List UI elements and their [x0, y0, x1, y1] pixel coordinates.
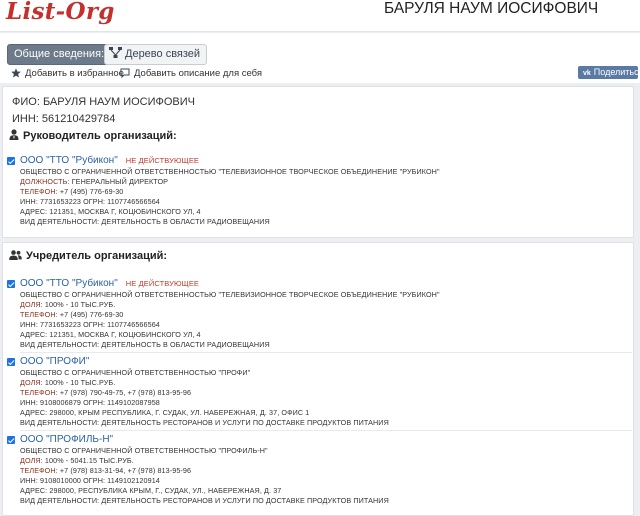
- person-inn: ИНН: 561210429784: [12, 113, 116, 125]
- org-line-value: 100% - 10 ТЫС.РУБ.: [44, 300, 116, 309]
- org-line: ДОЛЖНОСТЬ: ГЕНЕРАЛЬНЫЙ ДИРЕКТОР: [20, 177, 168, 186]
- org-checkbox[interactable]: [7, 358, 15, 366]
- founder-section-title: Учредитель организаций:: [9, 250, 167, 262]
- org-line: ДОЛЯ: 100% - 10 ТЫС.РУБ.: [20, 378, 115, 387]
- tab-relations-tree[interactable]: Дерево связей: [104, 44, 208, 65]
- org-line: ИНН: 9108006879 ОГРН: 1149102087958: [20, 398, 160, 407]
- org-line: ВИД ДЕЯТЕЛЬНОСТИ: ДЕЯТЕЛЬНОСТЬ В ОБЛАСТИ…: [20, 340, 270, 349]
- org-line-value: +7 (978) 813-31-94, +7 (978) 813-95-96: [59, 466, 192, 475]
- org-line-label: ДОЛЯ:: [20, 378, 43, 387]
- org-line-value: +7 (978) 790-49-75, +7 (978) 813-95-96: [59, 388, 192, 397]
- org-line: АДРЕС: 121351, МОСКВА Г, КОЦЮБИНСКОГО УЛ…: [20, 330, 201, 339]
- org-name-text: ООО "ПРОФИ": [20, 356, 90, 367]
- org-full-name: ОБЩЕСТВО С ОГРАНИЧЕННОЙ ОТВЕТСТВЕННОСТЬЮ…: [20, 446, 268, 455]
- vk-icon: vk: [583, 70, 591, 77]
- org-status: НЕ ДЕЙСТВУЮЩЕЕ: [125, 279, 200, 288]
- org-name-link[interactable]: ООО "ТТО "Рубикон" НЕ ДЕЙСТВУЮЩЕЕ: [20, 278, 199, 289]
- org-full-name: ОБЩЕСТВО С ОГРАНИЧЕННОЙ ОТВЕТСТВЕННОСТЬЮ…: [20, 167, 440, 176]
- divider: [20, 352, 632, 353]
- tab-relations-tree-label: Дерево связей: [125, 48, 201, 60]
- org-full-name: ОБЩЕСТВО С ОГРАНИЧЕННОЙ ОТВЕТСТВЕННОСТЬЮ…: [20, 290, 440, 299]
- head-section-title: Руководитель организаций:: [9, 129, 177, 142]
- tabs-toolbar: Общие сведения: Дерево связей Добавить в…: [0, 33, 640, 83]
- org-line: ТЕЛЕФОН: +7 (978) 790-49-75, +7 (978) 81…: [20, 388, 191, 397]
- org-name-text: ООО "ТТО "Рубикон": [20, 278, 118, 289]
- share-label: Поделиться: [593, 67, 640, 77]
- org-status: НЕ ДЕЙСТВУЮЩЕЕ: [125, 156, 200, 165]
- org-line: ИНН: 7731653223 ОГРН: 1107746566564: [20, 197, 160, 206]
- org-line-value: ГЕНЕРАЛЬНЫЙ ДИРЕКТОР: [71, 177, 169, 186]
- org-line-value: 100% - 5041.15 ТЫС.РУБ.: [44, 456, 134, 465]
- org-name-link[interactable]: ООО "ТТО "Рубикон" НЕ ДЕЙСТВУЮЩЕЕ: [20, 155, 199, 166]
- add-description-label: Добавить описание для себя: [134, 68, 263, 79]
- org-line-value: 100% - 10 ТЫС.РУБ.: [44, 378, 116, 387]
- org-line-label: ДОЛЯ:: [20, 456, 43, 465]
- org-line-label: ДОЛЯ:: [20, 300, 43, 309]
- org-name-text: ООО "ТТО "Рубикон": [20, 155, 118, 166]
- org-line-value: +7 (495) 776-69-30: [59, 310, 124, 319]
- site-logo[interactable]: List-Org: [6, 0, 115, 25]
- users-icon: [9, 250, 22, 260]
- org-line-label: ТЕЛЕФОН:: [20, 388, 58, 397]
- add-description-link[interactable]: Добавить описание для себя: [120, 68, 262, 80]
- org-line-label: ТЕЛЕФОН:: [20, 466, 58, 475]
- person-fio: ФИО: БАРУЛЯ НАУМ ИОСИФОВИЧ: [12, 96, 195, 108]
- tab-general-info[interactable]: Общие сведения:: [7, 44, 112, 65]
- org-name-link[interactable]: ООО "ПРОФИ": [20, 356, 97, 367]
- org-line-value: +7 (495) 776-69-30: [59, 187, 124, 196]
- add-favorite-label: Добавить в избранное: [25, 68, 124, 79]
- org-line: АДРЕС: 121351, МОСКВА Г, КОЦЮБИНСКОГО УЛ…: [20, 207, 201, 216]
- org-line-label: ДОЛЖНОСТЬ:: [20, 177, 70, 186]
- org-line-label: ТЕЛЕФОН:: [20, 310, 58, 319]
- org-name-link[interactable]: ООО "ПРОФИЛЬ-Н": [20, 434, 121, 445]
- org-line: ВИД ДЕЯТЕЛЬНОСТИ: ДЕЯТЕЛЬНОСТЬ РЕСТОРАНО…: [20, 418, 389, 427]
- tree-icon: [109, 47, 122, 58]
- org-line: ИНН: 9108010000 ОГРН: 1149102120914: [20, 476, 160, 485]
- org-line: ТЕЛЕФОН: +7 (495) 776-69-30: [20, 187, 123, 196]
- top-bar: List-Org БАРУЛЯ НАУМ ИОСИФОВИЧ: [0, 0, 640, 32]
- org-line: ТЕЛЕФОН: +7 (978) 813-31-94, +7 (978) 81…: [20, 466, 191, 475]
- page-title: БАРУЛЯ НАУМ ИОСИФОВИЧ: [384, 0, 599, 17]
- share-button[interactable]: vk Поделиться: [578, 66, 640, 79]
- org-line: АДРЕС: 298000, РЕСПУБЛИКА КРЫМ, Г., СУДА…: [20, 486, 282, 495]
- org-name-text: ООО "ПРОФИЛЬ-Н": [20, 434, 114, 445]
- comment-icon: [120, 68, 130, 78]
- founder-section-label: Учредитель организаций:: [26, 250, 168, 262]
- org-line-label: ТЕЛЕФОН:: [20, 187, 58, 196]
- org-line: ИНН: 7731653223 ОГРН: 1107746566564: [20, 320, 160, 329]
- org-line: АДРЕС: 298000, КРЫМ РЕСПУБЛИКА, Г. СУДАК…: [20, 408, 310, 417]
- org-line: ВИД ДЕЯТЕЛЬНОСТИ: ДЕЯТЕЛЬНОСТЬ В ОБЛАСТИ…: [20, 217, 270, 226]
- org-checkbox[interactable]: [7, 280, 15, 288]
- org-full-name: ОБЩЕСТВО С ОГРАНИЧЕННОЙ ОТВЕТСТВЕННОСТЬЮ…: [20, 368, 251, 377]
- star-icon: [11, 68, 21, 78]
- add-favorite-link[interactable]: Добавить в избранное: [11, 68, 124, 80]
- org-line: ДОЛЯ: 100% - 5041.15 ТЫС.РУБ.: [20, 456, 134, 465]
- org-line: ВИД ДЕЯТЕЛЬНОСТИ: ДЕЯТЕЛЬНОСТЬ РЕСТОРАНО…: [20, 496, 389, 505]
- org-checkbox[interactable]: [7, 157, 15, 165]
- head-section-label: Руководитель организаций:: [23, 130, 177, 142]
- org-line: ТЕЛЕФОН: +7 (495) 776-69-30: [20, 310, 123, 319]
- org-line: ДОЛЯ: 100% - 10 ТЫС.РУБ.: [20, 300, 115, 309]
- divider: [20, 430, 632, 431]
- user-tie-icon: [9, 129, 19, 140]
- org-checkbox[interactable]: [7, 436, 15, 444]
